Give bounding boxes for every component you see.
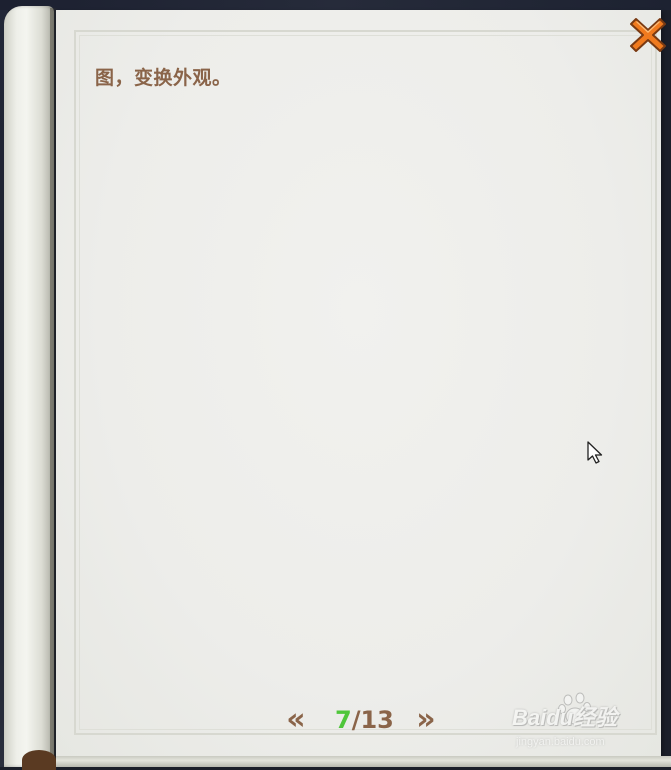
prev-page-button[interactable]: « <box>280 702 312 738</box>
mouse-cursor-icon <box>587 441 603 464</box>
watermark-brand: Baidu经验 <box>512 705 618 730</box>
watermark-url: jingyan.baidu.com <box>516 736 605 748</box>
close-button[interactable] <box>628 15 668 55</box>
page-bottom-edge <box>56 756 671 767</box>
close-icon <box>630 18 666 52</box>
next-page-button[interactable]: » <box>410 702 442 738</box>
total-pages-number: 13 <box>360 706 394 734</box>
spine-bottom-ornament <box>22 750 56 770</box>
page-border-inner <box>79 35 652 730</box>
watermark: Baidu经验 jingyan.baidu.com <box>512 692 667 752</box>
current-page-number: 7 <box>335 706 352 734</box>
page-indicator: 7/13 <box>335 702 394 738</box>
book-spine <box>4 6 54 767</box>
page-text: 图，变换外观。 <box>95 67 232 89</box>
game-background-top <box>0 0 671 10</box>
pagination: « 7/13 » <box>280 702 450 738</box>
